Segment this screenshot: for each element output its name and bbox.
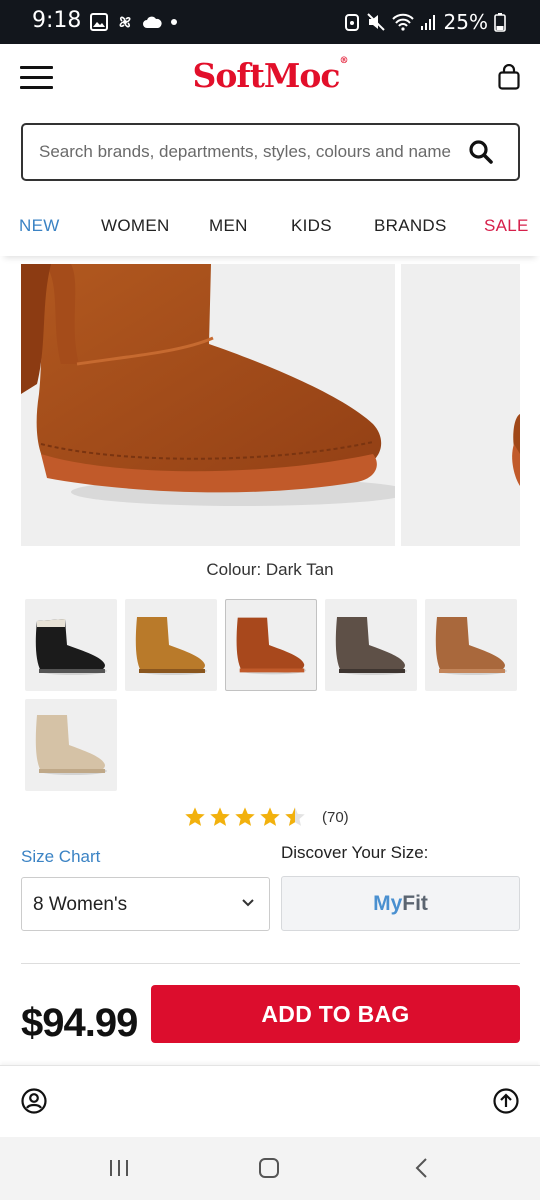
boot-thumb-chestnut — [135, 617, 207, 675]
star-icon — [210, 807, 230, 826]
colour-label: Colour: Dark Tan — [206, 560, 334, 579]
battery-icon — [494, 13, 506, 32]
rating-count: (70) — [322, 808, 349, 826]
product-image-main[interactable] — [21, 264, 395, 546]
status-bar: 9:18 25% — [0, 0, 540, 44]
home-icon[interactable] — [258, 1157, 280, 1179]
myfit-fit-text: Fit — [402, 892, 428, 915]
wifi-icon — [391, 13, 414, 31]
size-select[interactable]: 8 Women's — [21, 877, 270, 931]
mute-icon — [366, 13, 385, 31]
boot-thumb-dark-tan — [236, 617, 307, 675]
product-price: $94.99 — [21, 1001, 138, 1045]
boot-thumb-grey-brown — [335, 617, 407, 675]
boot-image — [21, 264, 395, 506]
status-right-icons: 25% — [344, 10, 506, 34]
chevron-down-icon — [242, 899, 254, 907]
alarm-icon — [344, 14, 359, 31]
bottom-bar — [0, 1065, 540, 1137]
nav-item-sale[interactable]: SALE — [484, 216, 529, 236]
fan-icon — [119, 16, 131, 28]
swatch-chestnut[interactable] — [125, 599, 217, 691]
search-input[interactable] — [39, 135, 459, 169]
gallery-icon — [90, 13, 108, 31]
swatch-grey-brown[interactable] — [325, 599, 417, 691]
cloud-icon — [143, 16, 162, 28]
product-rating[interactable]: (70) — [184, 806, 349, 828]
swatch-black[interactable] — [25, 599, 117, 691]
star-icon — [185, 807, 205, 826]
product-image-gallery[interactable] — [0, 264, 540, 546]
size-select-value: 8 Women's — [33, 894, 128, 915]
softmoc-logo[interactable]: SoftMoc® — [0, 56, 540, 95]
battery-percent: 25% — [443, 10, 488, 34]
swatch-sand[interactable] — [25, 699, 117, 791]
discover-size-label: Discover Your Size: — [281, 843, 429, 862]
boot-image-partial — [512, 414, 520, 486]
nav-item-brands[interactable]: BRANDS — [374, 216, 447, 236]
status-time: 9:18 — [32, 8, 82, 33]
app-header: SoftMoc® — [0, 44, 540, 114]
boot-thumb-sand — [35, 715, 107, 775]
logo-registered-mark: ® — [339, 56, 348, 66]
signal-icon — [420, 15, 435, 30]
search-box — [21, 123, 520, 181]
nav-item-men[interactable]: MEN — [209, 216, 248, 236]
product-image-next[interactable] — [401, 264, 520, 546]
star-rating — [184, 806, 306, 828]
category-nav: NEW WOMEN MEN KIDS BRANDS SALE — [0, 198, 540, 256]
product-page: 9:18 25% SoftMoc® NEW WOM — [0, 0, 540, 1200]
star-icon — [235, 807, 255, 826]
boot-thumb-black — [35, 619, 107, 675]
size-chart-link[interactable]: Size Chart — [21, 847, 100, 867]
status-left-icons — [90, 13, 178, 31]
boot-thumb-tan — [435, 617, 507, 675]
logo-text: SoftMoc — [192, 56, 341, 95]
half-star-icon — [285, 807, 305, 826]
nav-item-kids[interactable]: KIDS — [291, 216, 332, 236]
swatch-tan[interactable] — [425, 599, 517, 691]
dot-icon — [171, 19, 177, 25]
myfit-my-text: My — [373, 892, 403, 915]
nav-item-new[interactable]: NEW — [19, 216, 60, 236]
account-icon[interactable] — [21, 1088, 47, 1114]
shopping-bag-icon[interactable] — [498, 64, 520, 90]
system-nav-bar — [0, 1137, 540, 1200]
star-icon — [260, 807, 280, 826]
add-to-bag-button[interactable]: ADD TO BAG — [151, 985, 520, 1043]
nav-item-women[interactable]: WOMEN — [101, 216, 170, 236]
recent-apps-icon[interactable] — [108, 1157, 130, 1179]
myfit-button[interactable]: MyFit — [281, 876, 520, 931]
back-icon[interactable] — [412, 1157, 432, 1179]
swatch-dark-tan[interactable] — [225, 599, 317, 691]
divider — [21, 963, 520, 964]
scroll-to-top-icon[interactable] — [493, 1088, 519, 1114]
search-icon[interactable] — [468, 139, 494, 165]
